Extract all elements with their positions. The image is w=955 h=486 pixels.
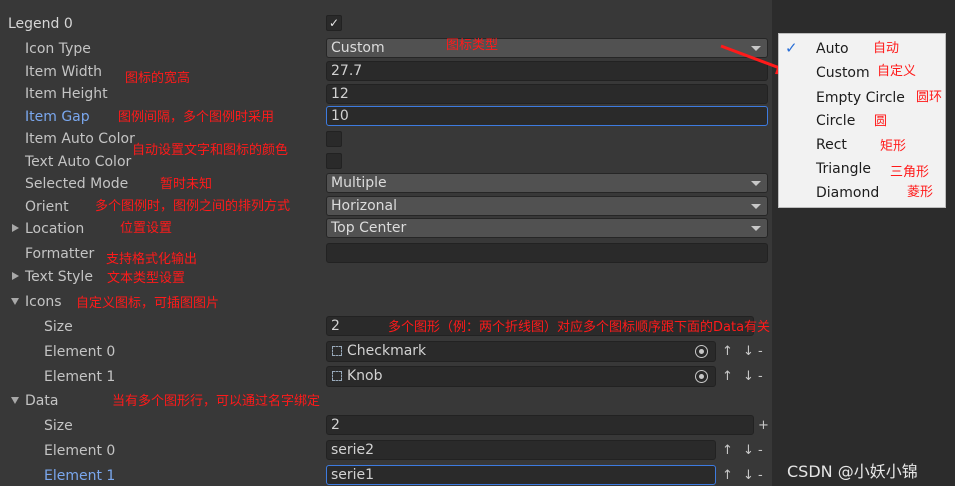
text-style-label[interactable]: Text Style (25, 268, 93, 286)
annotation-orient: 多个图例时，图例之间的排列方式 (95, 199, 291, 214)
orient-value: Horizonal (331, 198, 397, 214)
annotation-icon-type: 图标类型 (446, 38, 499, 53)
icons-element0-value: Checkmark (347, 343, 427, 359)
icons-size-label: Size (44, 319, 73, 335)
annotation-item-size: 图标的宽高 (125, 71, 191, 86)
collapse-arrow-icon[interactable] (11, 298, 19, 305)
annotation-icons: 自定义图标，可插图图片 (76, 296, 220, 311)
location-dropdown[interactable]: Top Center (326, 218, 768, 238)
item-auto-color-label: Item Auto Color (25, 131, 135, 147)
data-element1-remove-button[interactable]: - (758, 468, 766, 484)
item-gap-field[interactable]: 10 (326, 106, 768, 126)
collapse-arrow-icon[interactable] (11, 397, 19, 404)
menu-annotation-auto: 自动 (873, 41, 900, 56)
watermark: CSDN @小妖小锦 (787, 462, 918, 481)
item-height-field[interactable]: 12 (326, 84, 768, 104)
text-auto-color-checkbox[interactable] (326, 153, 342, 169)
selected-mode-label: Selected Mode (25, 176, 129, 192)
annotation-icons-size: 多个图形（例：两个折线图）对应多个图标顺序跟下面的Data有关 (388, 320, 771, 335)
icons-element0-label: Element 0 (44, 344, 116, 360)
checkmark-icon: ✓ (785, 39, 798, 57)
item-auto-color-checkbox[interactable] (326, 131, 342, 147)
annotation-data: 当有多个图形行，可以通过名字绑定 (112, 394, 321, 409)
chevron-down-icon (751, 226, 761, 231)
expand-arrow-icon[interactable] (12, 224, 19, 232)
object-picker-icon[interactable] (695, 370, 708, 383)
icons-element0-remove-button[interactable]: - (758, 344, 766, 360)
expand-arrow-icon[interactable] (12, 272, 19, 280)
icons-element0-move-buttons[interactable]: ↑ ↓ (722, 344, 757, 360)
icon-type-label: Icon Type (25, 41, 91, 57)
icon-type-value: Custom (331, 40, 385, 56)
sprite-icon (332, 371, 342, 381)
data-element1-label: Element 1 (44, 468, 116, 484)
menu-item-diamond[interactable]: Diamond (816, 184, 879, 202)
item-height-label: Item Height (25, 86, 108, 102)
location-label[interactable]: Location (25, 220, 84, 238)
annotation-auto-color: 自动设置文字和图标的颜色 (132, 143, 289, 158)
menu-item-auto[interactable]: Auto (816, 40, 849, 58)
data-element0-remove-button[interactable]: - (758, 443, 766, 459)
menu-annotation-circle: 圆 (874, 114, 888, 129)
icons-element1-remove-button[interactable]: - (758, 369, 766, 385)
item-gap-label: Item Gap (25, 109, 90, 125)
annotation-formatter: 支持格式化输出 (106, 252, 198, 267)
icon-type-dropdown[interactable]: Custom (326, 38, 768, 58)
icons-element1-move-buttons[interactable]: ↑ ↓ (722, 369, 757, 385)
legend-enabled-checkbox[interactable]: ✓ (326, 15, 342, 31)
selected-mode-dropdown[interactable]: Multiple (326, 173, 768, 193)
menu-annotation-empty-circle: 圆环 (916, 90, 943, 105)
object-picker-icon[interactable] (695, 345, 708, 358)
menu-item-triangle[interactable]: Triangle (816, 160, 871, 178)
data-element1-field[interactable]: serie1 (326, 465, 716, 485)
orient-label: Orient (25, 199, 69, 215)
menu-item-custom[interactable]: Custom (816, 64, 870, 82)
data-label[interactable]: Data (25, 392, 58, 410)
icons-label[interactable]: Icons (25, 293, 62, 311)
formatter-field[interactable] (326, 243, 768, 263)
formatter-label: Formatter (25, 246, 95, 262)
menu-annotation-diamond: 菱形 (907, 185, 934, 200)
menu-item-empty-circle[interactable]: Empty Circle (816, 89, 905, 107)
text-auto-color-label: Text Auto Color (25, 154, 132, 170)
data-element0-move-buttons[interactable]: ↑ ↓ (722, 443, 757, 459)
menu-item-rect[interactable]: Rect (816, 136, 847, 154)
item-width-field[interactable]: 27.7 (326, 61, 768, 81)
location-value: Top Center (331, 220, 407, 236)
menu-annotation-rect: 矩形 (880, 139, 907, 154)
data-size-label: Size (44, 418, 73, 434)
icons-element0-object-field[interactable]: Checkmark (326, 341, 716, 362)
menu-annotation-triangle: 三角形 (890, 165, 930, 180)
chevron-down-icon (751, 181, 761, 186)
orient-dropdown[interactable]: Horizonal (326, 196, 768, 216)
chevron-down-icon (751, 204, 761, 209)
data-add-button[interactable]: + (758, 418, 772, 434)
annotation-text-style: 文本类型设置 (107, 271, 186, 286)
item-width-label: Item Width (25, 64, 102, 80)
icons-element1-label: Element 1 (44, 369, 116, 385)
data-size-field[interactable]: 2 (326, 415, 754, 435)
data-element0-label: Element 0 (44, 443, 116, 459)
icons-element1-value: Knob (347, 368, 383, 384)
annotation-selected-mode: 暂时未知 (160, 177, 213, 192)
menu-item-circle[interactable]: Circle (816, 112, 855, 130)
icons-element1-object-field[interactable]: Knob (326, 366, 716, 387)
data-element0-field[interactable]: serie2 (326, 440, 716, 460)
menu-annotation-custom: 自定义 (877, 64, 917, 79)
icon-type-popup-menu: ✓ Auto Custom Empty Circle Circle Rect T… (778, 33, 946, 208)
annotation-location: 位置设置 (120, 221, 173, 236)
legend-title: Legend 0 (8, 16, 73, 32)
annotation-item-gap: 图例间隔，多个图例时采用 (118, 110, 275, 125)
sprite-icon (332, 346, 342, 356)
selected-mode-value: Multiple (331, 175, 387, 191)
data-element1-move-buttons[interactable]: ↑ ↓ (722, 468, 757, 484)
